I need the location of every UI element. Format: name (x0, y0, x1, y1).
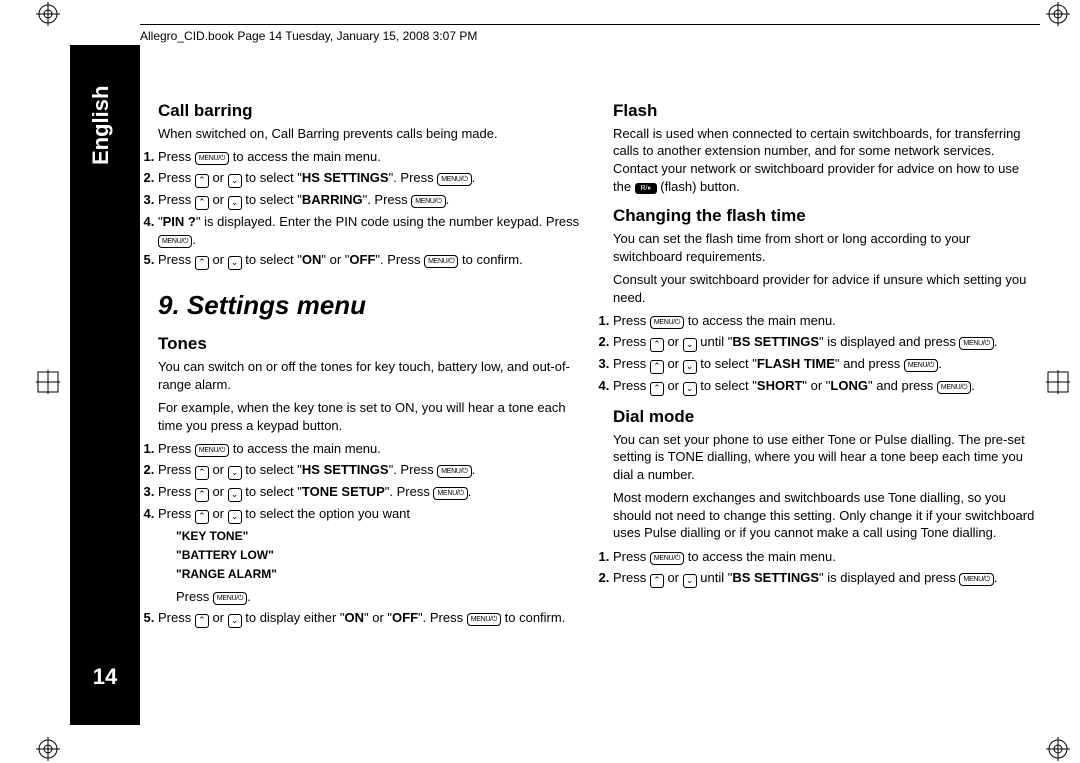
steps-tones: Press MENU/⏻ to access the main menu. Pr… (158, 440, 585, 524)
step: Press MENU/⏻ to access the main menu. (613, 312, 1040, 330)
step: "PIN ?" is displayed. Enter the PIN code… (158, 213, 585, 248)
menu-key-icon: MENU/⏻ (650, 552, 684, 565)
menu-key-icon: MENU/⏻ (213, 592, 247, 605)
up-key-icon: ⌃ (650, 574, 664, 588)
menu-key-icon: MENU/⏻ (411, 195, 445, 208)
option: "KEY TONE" (176, 527, 585, 546)
heading-tones: Tones (158, 333, 585, 356)
step: Press ⌃ or ⌄ to select "HS SETTINGS". Pr… (158, 461, 585, 480)
menu-key-icon: MENU/⏻ (195, 444, 229, 457)
body-text: You can set your phone to use either Ton… (613, 431, 1040, 484)
page-content: Call barring When switched on, Call Barr… (158, 90, 1040, 723)
down-key-icon: ⌄ (228, 466, 242, 480)
chapter-title: 9. Settings menu (158, 288, 585, 323)
steps-dial-mode: Press MENU/⏻ to access the main menu. Pr… (613, 548, 1040, 588)
step: Press ⌃ or ⌄ to select "ON" or "OFF". Pr… (158, 251, 585, 270)
heading-changing-flash: Changing the flash time (613, 205, 1040, 228)
crop-mark-icon (36, 370, 60, 394)
right-column: Flash Recall is used when connected to c… (613, 90, 1040, 723)
step: Press ⌃ or ⌄ to select "BARRING". Press … (158, 191, 585, 210)
body-text: Press MENU/⏻. (176, 588, 585, 606)
step: Press ⌃ or ⌄ to select "FLASH TIME" and … (613, 355, 1040, 374)
crop-mark-icon (36, 2, 60, 26)
up-key-icon: ⌃ (195, 466, 209, 480)
option: "BATTERY LOW" (176, 546, 585, 565)
step: Press ⌃ or ⌄ to select "TONE SETUP". Pre… (158, 483, 585, 502)
up-key-icon: ⌃ (650, 382, 664, 396)
up-key-icon: ⌃ (195, 510, 209, 524)
body-text: You can switch on or off the tones for k… (158, 358, 585, 393)
up-key-icon: ⌃ (650, 360, 664, 374)
up-key-icon: ⌃ (650, 338, 664, 352)
step: Press ⌃ or ⌄ until "BS SETTINGS" is disp… (613, 569, 1040, 588)
body-text: When switched on, Call Barring prevents … (158, 125, 585, 143)
up-key-icon: ⌃ (195, 614, 209, 628)
step: Press ⌃ or ⌄ to select the option you wa… (158, 505, 585, 524)
menu-key-icon: MENU/⏻ (433, 487, 467, 500)
down-key-icon: ⌄ (228, 256, 242, 270)
menu-key-icon: MENU/⏻ (650, 316, 684, 329)
down-key-icon: ⌄ (228, 196, 242, 210)
menu-key-icon: MENU/⏻ (904, 359, 938, 372)
down-key-icon: ⌄ (683, 360, 697, 374)
step: Press ⌃ or ⌄ to select "HS SETTINGS". Pr… (158, 169, 585, 188)
flash-key-icon: R/⏸ (635, 183, 657, 194)
crop-mark-icon (36, 737, 60, 761)
up-key-icon: ⌃ (195, 196, 209, 210)
menu-key-icon: MENU/⏻ (467, 613, 501, 626)
heading-dial-mode: Dial mode (613, 406, 1040, 429)
up-key-icon: ⌃ (195, 488, 209, 502)
step: Press ⌃ or ⌄ to display either "ON" or "… (158, 609, 585, 628)
menu-key-icon: MENU/⏻ (437, 173, 471, 186)
option-list: "KEY TONE" "BATTERY LOW" "RANGE ALARM" (176, 527, 585, 585)
steps-call-barring: Press MENU/⏻ to access the main menu. Pr… (158, 148, 585, 270)
menu-key-icon: MENU/⏻ (437, 465, 471, 478)
step: Press ⌃ or ⌄ to select "SHORT" or "LONG"… (613, 377, 1040, 396)
up-key-icon: ⌃ (195, 174, 209, 188)
body-text: You can set the flash time from short or… (613, 230, 1040, 265)
step: Press MENU/⏻ to access the main menu. (613, 548, 1040, 566)
step: Press MENU/⏻ to access the main menu. (158, 440, 585, 458)
down-key-icon: ⌄ (228, 488, 242, 502)
menu-key-icon: MENU/⏻ (959, 337, 993, 350)
menu-key-icon: MENU/⏻ (424, 255, 458, 268)
body-text: Recall is used when connected to certain… (613, 125, 1040, 195)
down-key-icon: ⌄ (683, 574, 697, 588)
body-text: Most modern exchanges and switchboards u… (613, 489, 1040, 542)
step: Press ⌃ or ⌄ until "BS SETTINGS" is disp… (613, 333, 1040, 352)
menu-key-icon: MENU/⏻ (195, 152, 229, 165)
heading-flash: Flash (613, 100, 1040, 123)
down-key-icon: ⌄ (228, 174, 242, 188)
language-label: English (88, 86, 114, 165)
crop-mark-icon (1046, 2, 1070, 26)
page-header: Allegro_CID.book Page 14 Tuesday, Januar… (140, 24, 1040, 43)
step: Press MENU/⏻ to access the main menu. (158, 148, 585, 166)
down-key-icon: ⌄ (228, 614, 242, 628)
menu-key-icon: MENU/⏻ (937, 381, 971, 394)
side-band: English 14 (70, 45, 140, 725)
left-column: Call barring When switched on, Call Barr… (158, 90, 585, 723)
steps-tones-cont: Press ⌃ or ⌄ to display either "ON" or "… (158, 609, 585, 628)
menu-key-icon: MENU/⏻ (158, 235, 192, 248)
crop-mark-icon (1046, 737, 1070, 761)
body-text: For example, when the key tone is set to… (158, 399, 585, 434)
option: "RANGE ALARM" (176, 565, 585, 584)
up-key-icon: ⌃ (195, 256, 209, 270)
body-text: Consult your switchboard provider for ad… (613, 271, 1040, 306)
crop-mark-icon (1046, 370, 1070, 394)
down-key-icon: ⌄ (683, 338, 697, 352)
page-number: 14 (70, 664, 140, 690)
down-key-icon: ⌄ (228, 510, 242, 524)
steps-flash-time: Press MENU/⏻ to access the main menu. Pr… (613, 312, 1040, 396)
down-key-icon: ⌄ (683, 382, 697, 396)
heading-call-barring: Call barring (158, 100, 585, 123)
menu-key-icon: MENU/⏻ (959, 573, 993, 586)
